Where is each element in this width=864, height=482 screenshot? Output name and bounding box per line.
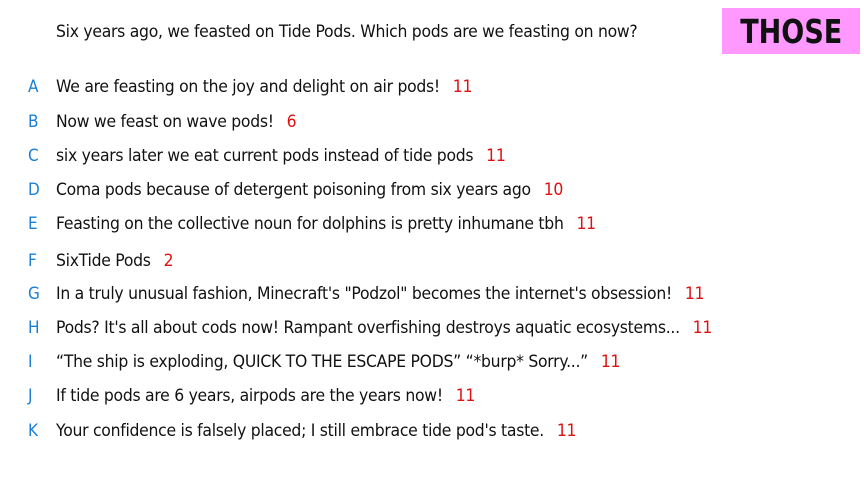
answer-list: A We are feasting on the joy and delight… <box>0 0 864 482</box>
vote-count: 2 <box>163 251 174 271</box>
vote-count: 11 <box>600 352 621 372</box>
option-letter: A <box>28 77 39 97</box>
option-letter: F <box>28 251 37 271</box>
option-letter: I <box>28 352 33 372</box>
answer-text: In a truly unusual fashion, Minecraft's … <box>56 284 672 304</box>
vote-count: 11 <box>452 77 473 97</box>
option-letter: K <box>28 421 39 441</box>
vote-count: 11 <box>556 421 577 441</box>
answer-text: Your confidence is falsely placed; I sti… <box>56 421 544 441</box>
option-letter: B <box>28 112 39 132</box>
vote-count: 11 <box>486 146 506 166</box>
answer-text: Coma pods because of detergent poisoning… <box>56 180 531 200</box>
option-letter: H <box>28 318 40 338</box>
answer-text: We are feasting on the joy and delight o… <box>56 77 440 97</box>
vote-count: 11 <box>692 318 713 338</box>
vote-count: 11 <box>684 284 705 304</box>
vote-count: 11 <box>576 214 596 234</box>
vote-count: 6 <box>286 112 297 132</box>
answer-text: SixTide Pods <box>56 251 151 271</box>
option-letter: G <box>28 284 40 304</box>
option-letter: E <box>28 214 38 234</box>
vote-count: 11 <box>455 386 476 406</box>
answer-text: Feasting on the collective noun for dolp… <box>56 214 564 234</box>
answer-text: six years later we eat current pods inst… <box>56 146 474 166</box>
answer-text: “The ship is exploding, QUICK TO THE ESC… <box>56 352 589 372</box>
option-letter: C <box>28 146 39 166</box>
answer-text: If tide pods are 6 years, airpods are th… <box>56 386 443 406</box>
answer-text: Pods? It's all about cods now! Rampant o… <box>56 318 680 338</box>
vote-count: 10 <box>543 180 564 200</box>
option-letter: J <box>28 386 33 406</box>
answer-text: Now we feast on wave pods! <box>56 112 274 132</box>
option-letter: D <box>28 180 40 200</box>
